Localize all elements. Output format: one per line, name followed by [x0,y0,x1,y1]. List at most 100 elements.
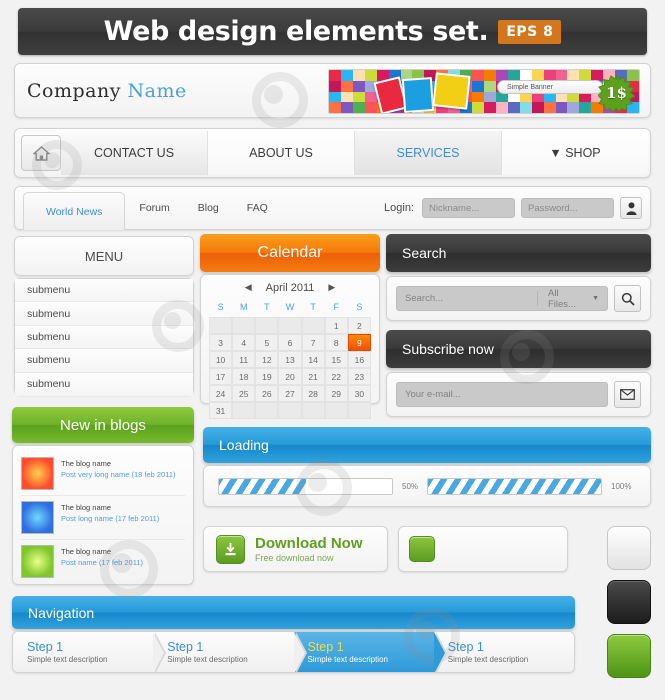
blog-list-item[interactable]: The blog name Post name (17 feb 2011) [21,540,185,583]
calendar-cell-29[interactable]: 29 [324,385,348,402]
tab-forum[interactable]: Forum [125,190,183,226]
tab-faq[interactable]: FAQ [233,190,282,226]
simple-banner[interactable]: Simple Banner 1$ [328,69,640,114]
calendar-cell-12[interactable]: 12 [255,351,279,368]
tab-world-news[interactable]: World News [23,192,126,230]
progress-bar-2 [427,477,603,495]
photo-blue [401,76,435,113]
loading-body: 50% 100% [203,465,651,507]
empty-button[interactable] [398,526,568,572]
submenu-item-0[interactable]: submenu [15,279,193,303]
progress-fill-2 [428,478,602,494]
calendar-cell-3[interactable]: 3 [209,334,233,351]
calendar-cell-14[interactable]: 14 [301,351,325,368]
calendar-cell-2[interactable]: 2 [347,317,371,334]
blog-list-item[interactable]: The blog name Post very long name (18 feb… [21,452,185,496]
user-login-button[interactable] [620,197,642,219]
progress-fill-1 [219,478,306,494]
email-input[interactable] [396,382,608,407]
calendar-cell-28[interactable]: 28 [301,385,325,402]
nav-step-1[interactable]: Step 1 Simple text description [13,632,167,672]
submenu-item-2[interactable]: submenu [15,325,193,350]
calendar-cell-13[interactable]: 13 [278,351,302,368]
calendar-cell-22[interactable]: 22 [324,368,348,385]
home-icon [32,145,50,161]
submenu-item-4[interactable]: submenu [15,372,193,396]
calendar-cell-4[interactable]: 4 [232,334,256,351]
password-input[interactable] [521,198,614,218]
calendar-cell-17[interactable]: 17 [209,368,233,385]
calendar-cell-6[interactable]: 6 [278,334,302,351]
login-group: Login: [384,197,642,219]
nav-item-services[interactable]: SERVICES [355,131,502,175]
search-input[interactable] [405,293,537,304]
nav-step-desc: Simple text description [447,655,529,664]
nav-step-2[interactable]: Step 1 Simple text description [153,632,307,672]
progress-bar-1 [218,477,393,495]
file-filter-select[interactable]: All Files... ▼ [537,288,599,310]
nav-step-desc: Simple text description [27,655,108,664]
calendar-cell-21[interactable]: 21 [301,368,325,385]
calendar-cell-25[interactable]: 25 [232,385,256,402]
calendar-cell-19[interactable]: 19 [255,368,279,385]
banner-photos [373,71,502,113]
blog-thumbnail [21,501,54,534]
submenu-item-1[interactable]: submenu [15,302,193,326]
nav-item-about-us[interactable]: ABOUT US [208,131,355,175]
calendar-cell-5[interactable]: 5 [255,334,279,351]
eps-badge: EPS 8 [498,19,562,44]
calendar-cell-20[interactable]: 20 [278,368,302,385]
nickname-input[interactable] [422,198,515,218]
company-header: Company Name Simple Banner 1$ [14,63,651,118]
navigation-header: Navigation [12,596,575,629]
calendar-cell-8[interactable]: 8 [324,334,348,351]
home-button[interactable] [21,135,61,171]
download-icon [225,542,236,555]
calendar-cell-23[interactable]: 23 [347,368,371,385]
nav-step-3[interactable]: Step 1 Simple text description [293,632,447,672]
nav-step-title: Step 1 [447,640,484,654]
subscribe-button[interactable] [614,381,641,408]
blogs-list: The blog name Post very long name (18 feb… [12,445,194,585]
calendar-cell-11[interactable]: 11 [232,351,256,368]
blog-meta[interactable]: Post very long name (18 feb 2011) [61,470,176,479]
calendar-cell-27[interactable]: 27 [278,385,302,402]
tab-blog[interactable]: Blog [184,190,233,226]
download-main-label: Download Now [255,535,363,552]
black-square-button[interactable] [607,580,651,624]
blog-meta[interactable]: Post name (17 feb 2011) [61,558,143,567]
calendar-header: Calendar [200,234,380,272]
calendar-cell-18[interactable]: 18 [232,368,256,385]
calendar-cell-9[interactable]: 9 [347,334,371,351]
white-square-button[interactable] [607,526,651,570]
nav-step-4[interactable]: Step 1 Simple text description [433,632,574,672]
blog-thumbnail [21,457,54,490]
calendar-cell-30[interactable]: 30 [347,385,371,402]
blog-title: The blog name [61,547,112,556]
calendar-cell-26[interactable]: 26 [255,385,279,402]
blog-text: The blog name Post name (17 feb 2011) [61,545,143,578]
progress-label-1: 50% [402,481,419,491]
green-square-button[interactable] [607,634,651,678]
download-now-button[interactable]: Download Now Free download now [203,526,388,572]
submenu-item-3[interactable]: submenu [15,349,193,373]
nav-step-desc: Simple text description [307,655,388,664]
chevron-right-icon[interactable]: ▶ [328,282,335,293]
blog-meta[interactable]: Post long name (17 feb 2011) [61,514,159,523]
chevron-left-icon[interactable]: ◀ [245,282,252,293]
calendar-cell-10[interactable]: 10 [209,351,233,368]
company-logo: Company Name [27,80,187,102]
progress-label-2: 100% [611,481,632,491]
calendar-cell-15[interactable]: 15 [324,351,348,368]
blog-list-item[interactable]: The blog name Post long name (17 feb 2011… [21,496,185,540]
calendar-cell-24[interactable]: 24 [209,385,233,402]
nav-item-contact-us[interactable]: CONTACT US [61,131,208,175]
calendar-cell-7[interactable]: 7 [301,334,325,351]
nav-item-shop[interactable]: ▼ SHOP [502,131,648,175]
calendar-cell-16[interactable]: 16 [347,351,371,368]
search-button[interactable] [614,285,641,312]
submenu-list: submenu submenu submenu submenu submenu [14,278,194,396]
green-icon-box [409,536,435,562]
calendar-cell-31[interactable]: 31 [209,402,233,419]
calendar-cell-1[interactable]: 1 [324,317,348,334]
